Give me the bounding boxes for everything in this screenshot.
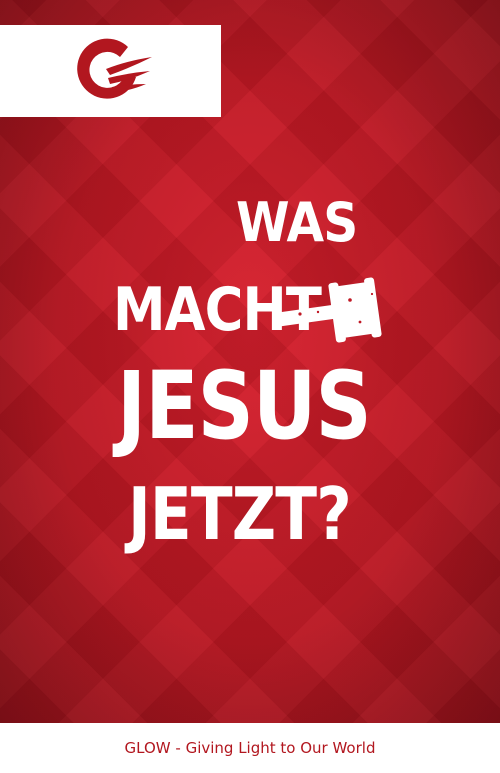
cover-title: WAS MACHT JESUS JETZT? [0,0,500,723]
book-cover: WAS MACHT JESUS JETZT? [0,0,500,723]
gavel-icon [280,277,382,343]
footer-text: GLOW - Giving Light to Our World [124,739,376,757]
title-line-jetzt: JETZT? [128,472,352,556]
title-line-jesus: JESUS [117,352,372,461]
title-line-was: WAS [236,191,358,254]
